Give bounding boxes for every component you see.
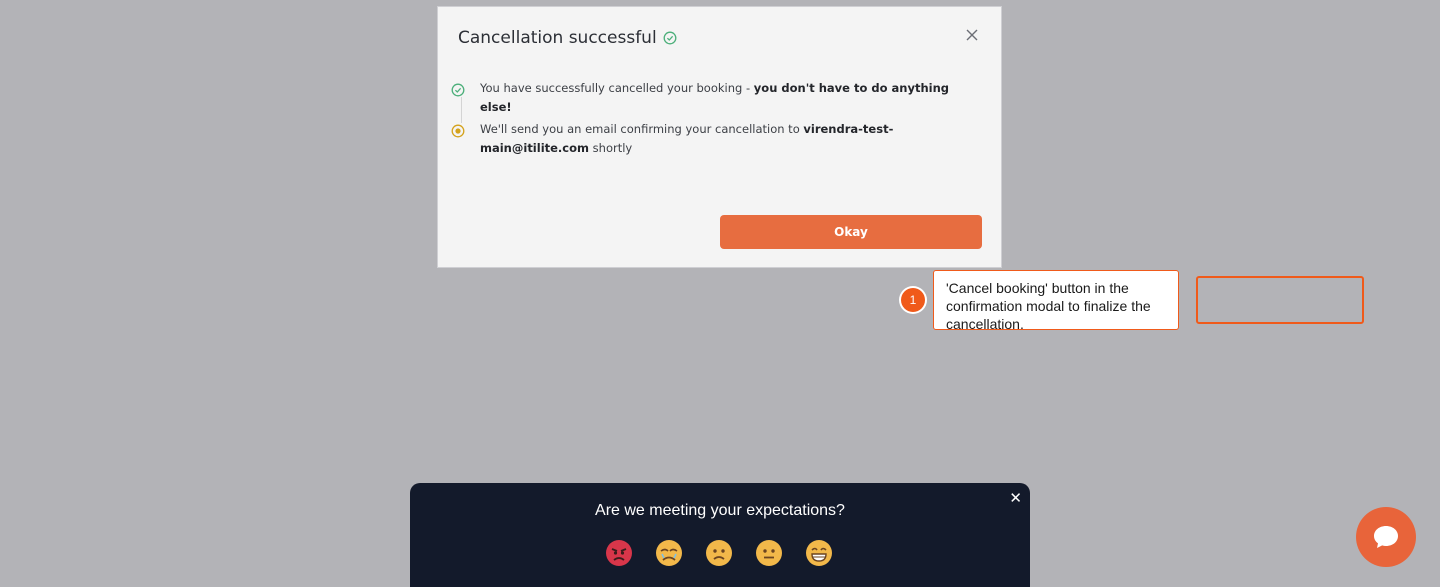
- feedback-title: Are we meeting your expectations?: [595, 502, 845, 519]
- sad-emoji-icon[interactable]: [655, 539, 683, 567]
- step-2-text-prefix: We'll send you an email confirming your …: [480, 122, 804, 136]
- cancellation-modal: Cancellation successful You have success…: [437, 6, 1002, 268]
- annotation-number-badge: 1: [901, 288, 925, 312]
- modal-title-text: Cancellation successful: [458, 28, 657, 48]
- grin-emoji-icon[interactable]: [805, 539, 833, 567]
- chat-bubble-icon: [1374, 526, 1398, 548]
- annotation-highlight-box: [1196, 276, 1364, 324]
- modal-close-button[interactable]: [963, 26, 981, 44]
- pending-circle-icon: [451, 124, 465, 138]
- okay-button[interactable]: Okay: [720, 215, 982, 249]
- step-1-text: You have successfully cancelled your boo…: [480, 79, 980, 117]
- angry-emoji-icon[interactable]: [605, 539, 633, 567]
- check-circle-icon: [663, 31, 677, 45]
- step-connector-line: [461, 97, 462, 123]
- step-1-text-prefix: You have successfully cancelled your boo…: [480, 81, 754, 95]
- step-2-text: We'll send you an email confirming your …: [480, 120, 980, 158]
- feedback-widget: ✕ Are we meeting your expectations?: [410, 483, 1030, 587]
- chat-button[interactable]: [1356, 507, 1416, 567]
- step-2-text-suffix: shortly: [589, 141, 633, 155]
- annotation-callout: 'Cancel booking' button in the confirmat…: [933, 270, 1179, 330]
- check-circle-icon: [451, 83, 465, 97]
- neutral-emoji-icon[interactable]: [755, 539, 783, 567]
- close-icon: [966, 29, 978, 41]
- frown-emoji-icon[interactable]: [705, 539, 733, 567]
- emoji-rating-row: [605, 539, 833, 567]
- modal-title: Cancellation successful: [458, 28, 677, 48]
